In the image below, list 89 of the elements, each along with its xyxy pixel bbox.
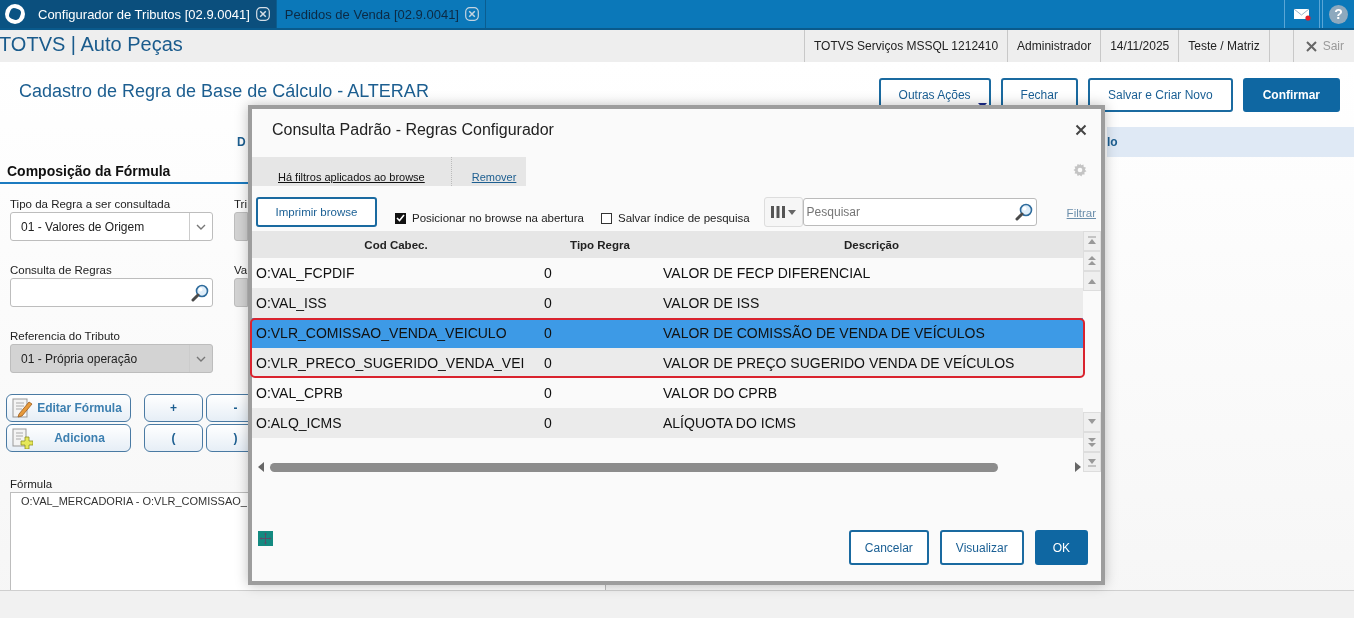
- scroll-thumb[interactable]: [270, 462, 998, 472]
- edit-formula-button[interactable]: Editar Fórmula: [6, 394, 131, 422]
- scroll-button[interactable]: [1083, 231, 1101, 251]
- table-cell-text: 0: [543, 415, 553, 431]
- mail-icon: [1293, 7, 1311, 21]
- gear-icon[interactable]: [1073, 163, 1087, 177]
- remove-link[interactable]: Remover: [471, 171, 517, 183]
- status-info: Teste / Matriz: [1188, 39, 1260, 53]
- columns-icon: [770, 205, 785, 219]
- scroll-button[interactable]: [1083, 251, 1101, 271]
- table-cell-text: 0: [543, 325, 553, 341]
- dialog-button[interactable]: OK: [1034, 530, 1088, 565]
- table-row[interactable]: O:VAL_ISS 0 VALOR DE ISS: [252, 288, 1083, 318]
- scroll-top-icon: [1086, 236, 1098, 246]
- logo-icon: [4, 3, 26, 25]
- mail-button[interactable]: [1284, 0, 1320, 28]
- filter-notice-link[interactable]: Há filtros aplicados ao browse: [278, 171, 425, 183]
- checkbox-label: Posicionar no browse na abertura: [412, 212, 584, 224]
- column-header: Descrição: [843, 238, 900, 251]
- caret-icon: [787, 209, 796, 215]
- close-icon[interactable]: [1075, 123, 1087, 136]
- table-cell-text: O:VAL_ISS: [255, 295, 328, 311]
- table-cell-text: VALOR DO CPRB: [662, 385, 779, 401]
- table-cell-text: VALOR DE COMISSÃO DE VENDA DE VEÍCULOS: [662, 325, 986, 341]
- action-button[interactable]: Confirmar: [1242, 77, 1340, 112]
- dialog-title: Consulta Padrão - Regras Configurador: [272, 120, 555, 139]
- chevron-icon: [196, 355, 206, 362]
- add-button[interactable]: Adiciona: [6, 424, 131, 452]
- document-plus-icon: [11, 427, 33, 449]
- checkbox[interactable]: [395, 212, 406, 224]
- chevron-icon: [196, 223, 206, 230]
- print-button[interactable]: Imprimir browse: [256, 197, 377, 227]
- search-icon: [1014, 203, 1033, 221]
- operator-button[interactable]: +: [144, 394, 203, 422]
- status-info: Administrador: [1017, 39, 1092, 53]
- scroll-right-icon[interactable]: [1075, 462, 1081, 472]
- app-tab[interactable]: Configurador de Tributos [02.9.0041]: [30, 0, 277, 28]
- field-label: Referencia do Tributo: [10, 329, 121, 344]
- table-cell-text: VALOR DE FECP DIFERENCIAL: [662, 265, 872, 281]
- scroll-button[interactable]: [1083, 412, 1101, 432]
- field-label: Tri: [234, 197, 248, 212]
- table-row[interactable]: O:VLR_COMISSAO_VENDA_VEICULO 0 VALOR DE COMISSÃO DE VENDA DE VEÍCULOS: [252, 318, 1083, 348]
- scroll-button[interactable]: [1083, 432, 1101, 452]
- table-row[interactable]: O:VLR_PRECO_SUGERIDO_VENDA_VEI 0 VALOR DE PREÇO SUGERIDO VENDA DE VEÍCULOS: [252, 348, 1083, 378]
- folder-tab[interactable]: D: [0, 127, 246, 157]
- column-header: Tipo Regra: [569, 238, 631, 251]
- search-field[interactable]: Pesquisar: [802, 198, 1037, 226]
- action-button[interactable]: Salvar e Criar Novo: [1087, 77, 1233, 112]
- column-header: Cod Cabec.: [363, 238, 429, 251]
- field-label: Tipo da Regra a ser consultada: [10, 197, 172, 212]
- close-icon: [1305, 40, 1317, 52]
- dialog-button[interactable]: Visualizar: [939, 530, 1024, 565]
- dialog-button[interactable]: Cancelar: [848, 530, 929, 565]
- table-cell-text: 0: [543, 385, 553, 401]
- columns-button[interactable]: [763, 197, 803, 227]
- table-cell-text: ALÍQUOTA DO ICMS: [662, 415, 797, 431]
- page-up-icon: [1086, 256, 1098, 266]
- table-cell-text: O:VLR_PRECO_SUGERIDO_VENDA_VEI: [255, 355, 526, 371]
- page-title: Cadastro de Regra de Base de Cálculo - ALTERAR: [19, 81, 430, 102]
- check-icon: [396, 214, 405, 222]
- table-cell-text: 0: [543, 295, 553, 311]
- folder-tab[interactable]: lo: [1107, 127, 1354, 157]
- checkbox-label: Salvar índice de pesquisa: [617, 212, 750, 224]
- table-cell-text: 0: [543, 355, 553, 371]
- select-field[interactable]: 01 - Valores de Origem: [10, 212, 213, 241]
- scroll-button[interactable]: [1083, 452, 1101, 472]
- search-icon: [191, 283, 209, 302]
- page-down-icon: [1086, 437, 1098, 447]
- field-label: Consulta de Regras: [10, 263, 113, 278]
- pencil-document-icon: [11, 397, 33, 419]
- table-cell-text: O:VAL_FCPDIF: [255, 265, 356, 281]
- table-cell-text: VALOR DE PREÇO SUGERIDO VENDA DE VEÍCULOS: [662, 355, 1016, 371]
- scroll-button[interactable]: [1083, 271, 1101, 291]
- table-cell-text: VALOR DE ISS: [662, 295, 761, 311]
- scroll-bottom-icon: [1086, 457, 1098, 467]
- status-info: TOTVS Serviços MSSQL 1212410: [814, 39, 999, 53]
- checkbox[interactable]: [600, 212, 612, 224]
- table-row[interactable]: O:ALQ_ICMS 0 ALÍQUOTA DO ICMS: [252, 408, 1083, 438]
- field-label: Fórmula: [10, 478, 54, 492]
- field-label: Va: [234, 263, 248, 278]
- search-field[interactable]: [10, 278, 213, 307]
- move-icon[interactable]: [258, 531, 273, 546]
- table-cell-text: O:VLR_COMISSAO_VENDA_VEICULO: [255, 325, 508, 341]
- table-cell-text: 0: [543, 265, 553, 281]
- filter-link[interactable]: Filtrar: [1066, 207, 1096, 219]
- company-name: TOTVS | Auto Peças: [0, 32, 183, 56]
- operator-button[interactable]: (: [144, 424, 203, 452]
- status-info: 14/11/2025: [1110, 39, 1170, 53]
- scroll-left-icon[interactable]: [258, 462, 264, 472]
